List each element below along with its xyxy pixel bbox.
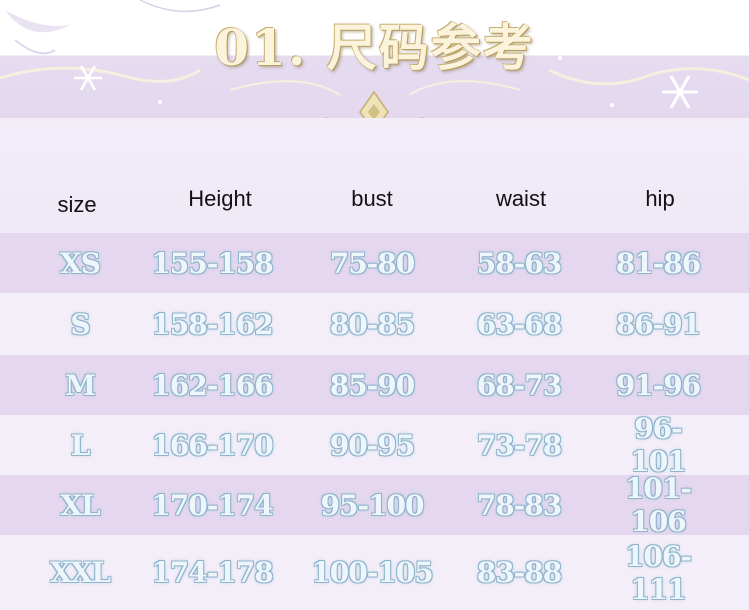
column-header-hip: hip: [645, 186, 675, 211]
size-cell: S: [70, 307, 90, 341]
size-cell: XS: [60, 246, 101, 280]
bust-cell: 75-80: [329, 246, 416, 280]
bust-cell: 100-105: [311, 556, 434, 589]
waist-cell: 68-73: [476, 368, 563, 402]
height-cell: 170-174: [151, 488, 274, 522]
table-row: M 162-166 85-90 68-73 91-96: [0, 355, 749, 415]
waist-cell: 58-63: [476, 246, 563, 280]
height-cell: 155-158: [151, 246, 274, 280]
table-row: XS 155-158 75-80 58-63 81-86: [0, 233, 749, 293]
height-cell: 166-170: [151, 428, 274, 462]
table-row: XL 170-174 95-100 78-83 101-106: [0, 472, 749, 538]
hip-cell: 101-106: [624, 472, 692, 538]
bust-cell: 85-90: [329, 368, 416, 402]
hip-cell: 81-86: [615, 246, 702, 280]
column-header-height: Height: [188, 186, 252, 211]
column-header-waist: waist: [495, 186, 547, 211]
size-cell: L: [70, 428, 91, 462]
column-header-bust: bust: [351, 186, 393, 211]
snowflake-icon: [662, 75, 698, 109]
waist-cell: 78-83: [476, 488, 563, 522]
table-row: XXL 174-178 100-105 83-88 106-111: [0, 535, 749, 610]
size-cell: XXL: [49, 556, 111, 589]
table-row: S 158-162 80-85 63-68 86-91: [0, 293, 749, 355]
height-cell: 162-166: [151, 368, 274, 402]
column-header-size: size: [57, 192, 97, 217]
hip-cell: 86-91: [615, 307, 702, 341]
table-header-row: size Height bust waist hip: [0, 118, 749, 233]
height-cell: 158-162: [151, 307, 274, 341]
hip-cell: 96-101: [630, 412, 686, 478]
hip-cell: 106-111: [624, 539, 692, 606]
waist-cell: 63-68: [476, 307, 563, 341]
bust-cell: 95-100: [320, 488, 424, 522]
bust-cell: 90-95: [329, 428, 416, 462]
waist-cell: 83-88: [476, 556, 563, 589]
hip-cell: 91-96: [615, 368, 702, 402]
size-cell: M: [65, 368, 96, 402]
bust-cell: 80-85: [329, 307, 416, 341]
waist-cell: 73-78: [476, 428, 563, 462]
height-cell: 174-178: [151, 556, 274, 589]
size-chart-table: size Height bust waist hip XS 155-158 75…: [0, 118, 749, 610]
size-cell: XL: [60, 488, 100, 522]
table-row: L 166-170 90-95 73-78 96-101: [0, 412, 749, 478]
page-title: 01. 尺码参考: [214, 18, 535, 77]
